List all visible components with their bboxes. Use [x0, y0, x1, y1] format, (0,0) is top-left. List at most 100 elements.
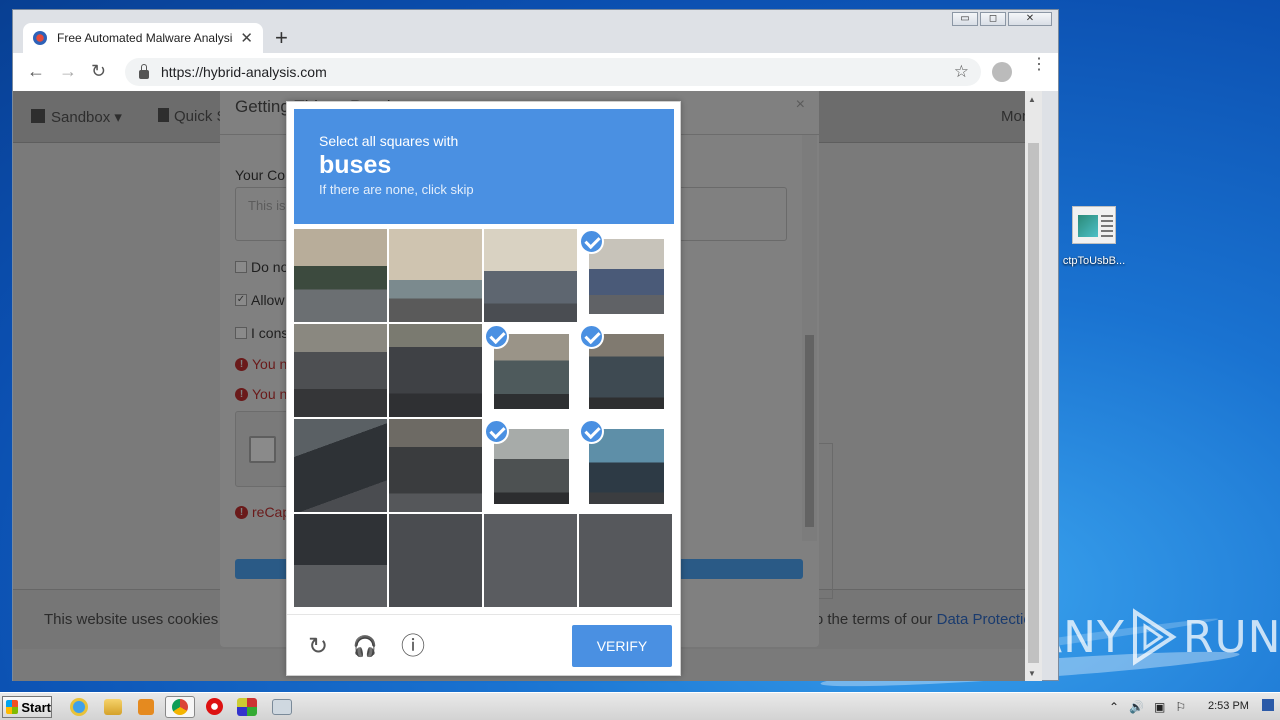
challenge-tile[interactable]	[484, 419, 577, 512]
challenge-tile[interactable]	[294, 324, 387, 417]
desktop-icon-label: ctpToUsbB...	[1062, 255, 1126, 267]
challenge-footer: ↻ 🎧 ⓘ VERIFY	[287, 614, 680, 677]
audio-challenge-icon[interactable]: 🎧	[351, 633, 379, 661]
taskbar: Start ⌃ 🔊 ▣ ⚐ 2:53 PM	[0, 692, 1280, 720]
watermark-text-run: RUN	[1182, 611, 1280, 663]
error-message-1: ! You n	[235, 356, 287, 372]
error-3-text: reCap	[252, 504, 291, 520]
media-player-icon[interactable]	[138, 699, 154, 715]
challenge-tile[interactable]	[579, 514, 672, 607]
forward-button[interactable]: →	[59, 61, 77, 82]
page-scroll-thumb[interactable]	[1028, 143, 1039, 663]
scroll-down-arrow-icon[interactable]: ▼	[1028, 669, 1036, 678]
action-center-flag-icon[interactable]: ⚐	[1175, 700, 1186, 714]
recaptcha-checkbox[interactable]	[249, 436, 276, 463]
scroll-up-arrow-icon[interactable]: ▲	[1028, 95, 1036, 104]
recaptcha-challenge: Select all squares with buses If there a…	[286, 101, 681, 676]
challenge-hint: If there are none, click skip	[319, 182, 474, 197]
error-1-text: You n	[252, 356, 288, 372]
tile-selected-check-icon	[579, 419, 604, 444]
browser-tab[interactable]: Free Automated Malware Analysis Service …	[23, 23, 263, 53]
nav-sandbox-label: Sandbox ▾	[51, 109, 122, 126]
challenge-tile[interactable]	[389, 229, 482, 322]
clock[interactable]: 2:53 PM	[1208, 700, 1249, 712]
checkbox-option-2[interactable]: ✓ Allow	[235, 292, 284, 308]
challenge-tile[interactable]	[389, 324, 482, 417]
window-app-icon[interactable]	[272, 699, 292, 715]
desktop-file-icon[interactable]: ctpToUsbB...	[1058, 206, 1130, 267]
site-favicon-icon	[33, 31, 47, 45]
tab-close-icon[interactable]: ✕	[240, 29, 253, 47]
tab-title: Free Automated Malware Analysis Service	[57, 31, 233, 45]
windows-flag-icon	[6, 700, 19, 714]
error-message-2: ! You n	[235, 386, 287, 402]
profile-avatar-icon[interactable]	[992, 62, 1012, 82]
challenge-tile[interactable]	[294, 514, 387, 607]
comment-placeholder: This is	[248, 198, 286, 213]
challenge-tile[interactable]	[484, 229, 577, 322]
checkbox-1-label: Do no	[251, 259, 289, 275]
bookmark-star-icon[interactable]: ☆	[954, 62, 969, 82]
tile-image	[389, 514, 482, 607]
challenge-tile[interactable]	[579, 229, 672, 322]
opera-icon[interactable]	[206, 698, 223, 715]
start-button[interactable]: Start	[2, 696, 52, 718]
challenge-tile[interactable]	[579, 419, 672, 512]
page-scrollbar[interactable]: ▲ ▼	[1025, 91, 1042, 681]
error-icon: !	[235, 387, 248, 401]
error-message-3: ! reCap	[235, 504, 290, 520]
checkbox-option-1[interactable]: Do no	[235, 259, 288, 275]
verify-button[interactable]: VERIFY	[572, 625, 672, 667]
challenge-tile-grid	[294, 229, 674, 609]
internet-explorer-icon[interactable]	[70, 698, 88, 716]
info-icon[interactable]: ⓘ	[399, 633, 427, 661]
checkbox-3[interactable]	[235, 327, 247, 339]
checkbox-2-label: Allow	[251, 292, 285, 308]
nav-quick-scan-label: Quick S	[174, 108, 227, 125]
checkbox-2[interactable]: ✓	[235, 294, 247, 306]
challenge-tile[interactable]	[389, 514, 482, 607]
nav-quick-scan[interactable]: Quick S	[158, 108, 227, 125]
error-2-text: You n	[252, 386, 288, 402]
tile-image	[389, 229, 482, 322]
tile-image	[579, 514, 672, 607]
system-tray: ⌃ 🔊 ▣ ⚐	[1104, 695, 1280, 719]
tray-expand-icon[interactable]: ⌃	[1109, 700, 1119, 714]
tile-image	[294, 324, 387, 417]
file-explorer-icon[interactable]	[104, 699, 122, 715]
checkbox-option-3[interactable]: I cons	[235, 325, 288, 341]
challenge-tile[interactable]	[484, 324, 577, 417]
background-panel-edge	[819, 443, 833, 599]
back-button[interactable]: ←	[27, 61, 45, 82]
modal-close-icon[interactable]: ×	[796, 96, 805, 114]
challenge-tile[interactable]	[389, 419, 482, 512]
new-tab-button[interactable]: +	[275, 25, 288, 51]
reload-challenge-icon[interactable]: ↻	[304, 633, 332, 661]
modal-scrollbar[interactable]	[802, 135, 817, 541]
tab-bar: Free Automated Malware Analysis Service …	[13, 10, 1058, 53]
modal-scroll-thumb[interactable]	[805, 335, 814, 527]
play-logo-icon	[1132, 608, 1177, 666]
show-desktop-icon[interactable]	[1262, 699, 1274, 711]
nav-sandbox[interactable]: Sandbox ▾	[31, 108, 122, 126]
challenge-tile[interactable]	[579, 324, 672, 417]
challenge-tile[interactable]	[294, 229, 387, 322]
volume-icon[interactable]: 🔊	[1129, 700, 1144, 714]
cookie-text-right: to the terms of our Data Protection	[811, 611, 1040, 628]
browser-toolbar: ← → ↻ https://hybrid-analysis.com ☆ ⋮	[13, 53, 1058, 91]
challenge-tile[interactable]	[484, 514, 577, 607]
network-icon[interactable]: ▣	[1154, 700, 1165, 714]
tile-image	[389, 419, 482, 512]
challenge-tile[interactable]	[294, 419, 387, 512]
challenge-target: buses	[319, 151, 392, 179]
address-bar[interactable]: https://hybrid-analysis.com ☆	[125, 58, 981, 86]
browser-menu-icon[interactable]: ⋮	[1031, 57, 1047, 73]
tile-selected-check-icon	[579, 324, 604, 349]
cube-icon	[31, 109, 45, 123]
chrome-taskbar-button[interactable]	[165, 696, 195, 718]
start-label: Start	[21, 699, 51, 715]
challenge-header: Select all squares with buses If there a…	[294, 109, 674, 224]
app-icon[interactable]	[237, 698, 257, 716]
reload-button[interactable]: ↻	[91, 61, 106, 82]
checkbox-1[interactable]	[235, 261, 247, 273]
